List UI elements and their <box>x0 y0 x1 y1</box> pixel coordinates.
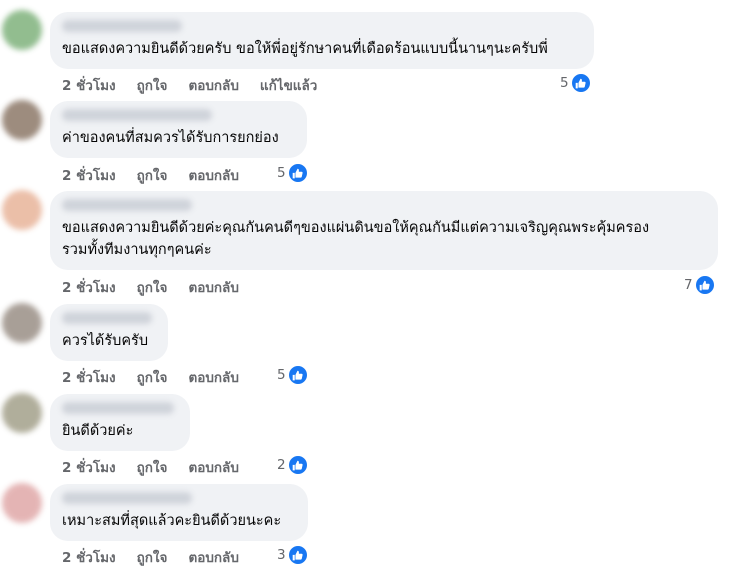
timestamp[interactable]: 2 ชั่วโมง <box>62 74 116 96</box>
avatar[interactable] <box>2 190 42 230</box>
commenter-name[interactable] <box>62 199 192 211</box>
comment-text-line-2: รวมทั้งทีมงานทุกๆคนค่ะ <box>62 242 212 258</box>
reaction-count-number: 7 <box>684 277 693 293</box>
comment-text: ขอแสดงความยินดีด้วยครับ ขอให้พี่อยู่รักษ… <box>62 41 548 57</box>
thumbs-up-icon <box>570 73 591 93</box>
comment-text-line-1: ขอแสดงความยินดีด้วยค่ะคุณกันคนดีๆของแผ่น… <box>62 220 650 236</box>
reaction-count[interactable]: 3 <box>277 545 308 565</box>
comment-actions: 2 ชั่วโมง ถูกใจ ตอบกลับ <box>62 456 239 478</box>
reply-button[interactable]: ตอบกลับ <box>188 546 238 568</box>
comment-actions: 2 ชั่วโมง ถูกใจ ตอบกลับ แก้ไขแล้ว <box>62 74 317 96</box>
reaction-count[interactable]: 2 <box>277 455 308 475</box>
commenter-name[interactable] <box>62 109 212 121</box>
like-button[interactable]: ถูกใจ <box>137 546 168 568</box>
thumbs-up-icon <box>694 275 715 295</box>
avatar[interactable] <box>2 393 42 433</box>
reaction-count[interactable]: 5 <box>560 73 591 93</box>
reply-button[interactable]: ตอบกลับ <box>188 164 238 186</box>
commenter-name[interactable] <box>62 492 192 504</box>
comment-bubble: เหมาะสมที่สุดแล้วคะยินดีด้วยนะคะ <box>50 484 308 541</box>
reaction-count-number: 3 <box>277 547 286 563</box>
comment-bubble: ขอแสดงความยินดีด้วยค่ะคุณกันคนดีๆของแผ่น… <box>50 191 718 270</box>
reaction-count-number: 2 <box>277 457 286 473</box>
reaction-count-number: 5 <box>277 165 286 181</box>
comment-text: ยินดีด้วยค่ะ <box>62 423 134 439</box>
comment-bubble: ควรได้รับครับ <box>50 304 168 361</box>
like-button[interactable]: ถูกใจ <box>137 366 168 388</box>
timestamp[interactable]: 2 ชั่วโมง <box>62 164 116 186</box>
like-button[interactable]: ถูกใจ <box>137 456 168 478</box>
comment-text: ค่าของคนที่สมควรได้รับการยกย่อง <box>62 130 279 146</box>
comment-text: ควรได้รับครับ <box>62 333 149 349</box>
thumbs-up-icon <box>287 163 308 183</box>
reaction-count[interactable]: 5 <box>277 365 308 385</box>
reply-button[interactable]: ตอบกลับ <box>188 366 238 388</box>
comment-actions: 2 ชั่วโมง ถูกใจ ตอบกลับ <box>62 366 239 388</box>
reaction-count[interactable]: 5 <box>277 163 308 183</box>
avatar[interactable] <box>2 303 42 343</box>
reply-button[interactable]: ตอบกลับ <box>188 74 238 96</box>
timestamp[interactable]: 2 ชั่วโมง <box>62 276 116 298</box>
comment-bubble: ค่าของคนที่สมควรได้รับการยกย่อง <box>50 101 307 158</box>
timestamp[interactable]: 2 ชั่วโมง <box>62 456 116 478</box>
thumbs-up-icon <box>287 455 308 475</box>
commenter-name[interactable] <box>62 402 174 414</box>
comment-actions: 2 ชั่วโมง ถูกใจ ตอบกลับ <box>62 276 239 298</box>
thumbs-up-icon <box>287 365 308 385</box>
comment-text: เหมาะสมที่สุดแล้วคะยินดีด้วยนะคะ <box>62 513 282 529</box>
reply-button[interactable]: ตอบกลับ <box>188 276 238 298</box>
timestamp[interactable]: 2 ชั่วโมง <box>62 366 116 388</box>
like-button[interactable]: ถูกใจ <box>137 276 168 298</box>
commenter-name[interactable] <box>62 20 182 32</box>
commenter-name[interactable] <box>62 312 152 324</box>
avatar[interactable] <box>2 100 42 140</box>
avatar[interactable] <box>2 10 42 50</box>
avatar[interactable] <box>2 483 42 523</box>
comment-actions: 2 ชั่วโมง ถูกใจ ตอบกลับ <box>62 164 239 186</box>
edited-label[interactable]: แก้ไขแล้ว <box>260 74 317 96</box>
comment-actions: 2 ชั่วโมง ถูกใจ ตอบกลับ <box>62 546 239 568</box>
comment-bubble: ขอแสดงความยินดีด้วยครับ ขอให้พี่อยู่รักษ… <box>50 12 594 69</box>
reaction-count-number: 5 <box>560 75 569 91</box>
comment-bubble: ยินดีด้วยค่ะ <box>50 394 190 451</box>
reaction-count-number: 5 <box>277 367 286 383</box>
thumbs-up-icon <box>287 545 308 565</box>
like-button[interactable]: ถูกใจ <box>137 74 168 96</box>
timestamp[interactable]: 2 ชั่วโมง <box>62 546 116 568</box>
reply-button[interactable]: ตอบกลับ <box>188 456 238 478</box>
like-button[interactable]: ถูกใจ <box>137 164 168 186</box>
reaction-count[interactable]: 7 <box>684 275 715 295</box>
